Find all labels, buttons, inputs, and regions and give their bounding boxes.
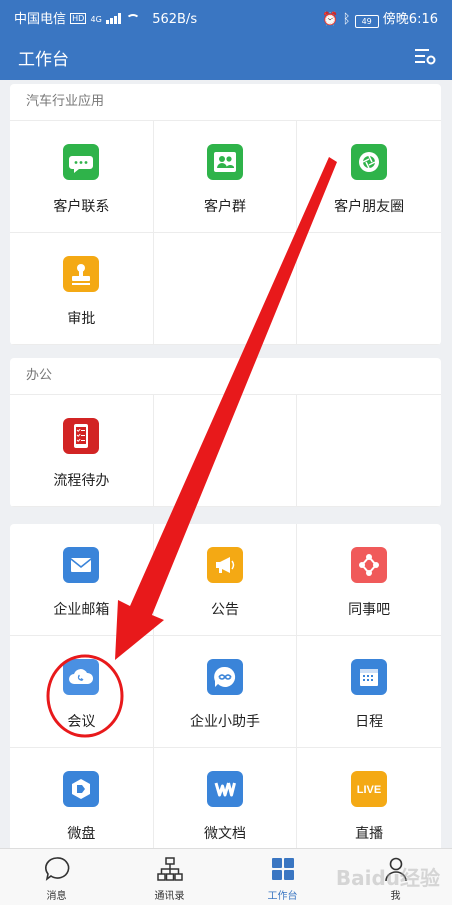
app-label: 直播 — [355, 826, 384, 842]
tab-label: 通讯录 — [154, 891, 185, 902]
app-label: 日程 — [355, 714, 384, 730]
live-badge-text: LIVE — [357, 784, 381, 796]
app-enterprise-assistant[interactable]: 企业小助手 — [153, 636, 298, 748]
wifi-icon — [126, 14, 141, 26]
section-apps: 企业邮箱 公告 同事吧 会议 企业小助手 日程 微盘 微文档 LIVE 直播 — [10, 524, 441, 854]
network-icon — [351, 547, 388, 583]
page-title: 工作台 — [18, 50, 69, 70]
watermark: Baidu经验 — [335, 866, 440, 890]
section-auto-apps: 汽车行业应用 客户联系 客户群 客户朋友圈 审批 — [10, 84, 441, 345]
live-icon: LIVE — [351, 771, 388, 807]
tab-label: 工作台 — [267, 891, 298, 902]
app-header: 工作台 — [0, 32, 452, 80]
clock: 傍晚6:16 — [382, 12, 438, 27]
network-type: 4G — [90, 15, 102, 24]
empty-cell — [297, 395, 441, 507]
app-process-todo[interactable]: 流程待办 — [10, 395, 154, 507]
app-customer-contact[interactable]: 客户联系 — [10, 121, 154, 233]
app-colleague-bar[interactable]: 同事吧 — [297, 524, 441, 636]
app-label: 企业小助手 — [189, 714, 260, 730]
app-label: 微文档 — [203, 826, 246, 842]
app-customer-group[interactable]: 客户群 — [153, 121, 298, 233]
bluetooth-icon: ᛒ — [342, 12, 351, 27]
group-users-icon — [206, 144, 243, 180]
chat-bubble-icon — [63, 144, 100, 180]
app-label: 企业邮箱 — [53, 602, 110, 618]
tab-contacts[interactable]: 通讯录 — [113, 849, 226, 905]
section-office: 办公 流程待办 — [10, 358, 441, 507]
tab-workbench[interactable]: 工作台 — [226, 849, 339, 905]
app-enterprise-mail[interactable]: 企业邮箱 — [10, 524, 154, 636]
carrier: 中国电信 — [14, 12, 67, 27]
battery-icon: 49 — [354, 15, 379, 28]
tab-messages[interactable]: 消息 — [0, 849, 113, 905]
alarm-icon: ⏰ — [322, 12, 339, 27]
app-label: 流程待办 — [53, 473, 110, 489]
app-announcement[interactable]: 公告 — [153, 524, 298, 636]
empty-cell — [297, 233, 441, 345]
app-label: 同事吧 — [348, 602, 391, 618]
drive-icon — [63, 771, 100, 807]
app-schedule[interactable]: 日程 — [297, 636, 441, 748]
app-label: 客户联系 — [53, 199, 110, 215]
status-bar: 中国电信 HD 4G 562B/s ⏰ ᛒ 49 傍晚6:16 — [0, 0, 452, 32]
stamp-icon — [63, 256, 100, 292]
megaphone-icon — [206, 547, 243, 583]
app-meeting[interactable]: 会议 — [10, 636, 154, 748]
camera-shutter-icon — [351, 144, 388, 180]
hd-badge: HD — [70, 13, 87, 24]
phone-checklist-icon — [63, 418, 100, 454]
app-live[interactable]: LIVE 直播 — [297, 748, 441, 854]
app-micro-document[interactable]: 微文档 — [154, 748, 298, 854]
w-document-icon — [206, 771, 243, 807]
app-label: 客户群 — [203, 199, 246, 215]
mail-icon — [63, 547, 100, 583]
calendar-icon — [351, 659, 388, 695]
cloud-phone-icon — [63, 659, 100, 695]
app-label: 审批 — [67, 311, 96, 327]
app-label: 微盘 — [67, 826, 96, 842]
app-customer-moments[interactable]: 客户朋友圈 — [297, 121, 441, 233]
signal-icon — [105, 13, 122, 24]
section-title: 办公 — [10, 358, 441, 395]
app-micro-drive[interactable]: 微盘 — [10, 748, 154, 854]
message-bubble-icon — [44, 857, 69, 881]
tab-label: 消息 — [46, 891, 67, 902]
assistant-bubble-icon — [206, 659, 243, 695]
section-title: 汽车行业应用 — [10, 84, 441, 121]
empty-cell — [153, 233, 298, 345]
network-speed: 562B/s — [152, 12, 198, 27]
app-label: 客户朋友圈 — [334, 199, 405, 215]
settings-list-icon[interactable] — [414, 46, 436, 66]
app-approval[interactable]: 审批 — [10, 233, 154, 345]
grid-icon — [271, 858, 294, 880]
empty-cell — [153, 395, 298, 507]
app-label: 公告 — [210, 602, 239, 618]
org-chart-icon — [156, 857, 183, 881]
app-label: 会议 — [67, 714, 96, 730]
